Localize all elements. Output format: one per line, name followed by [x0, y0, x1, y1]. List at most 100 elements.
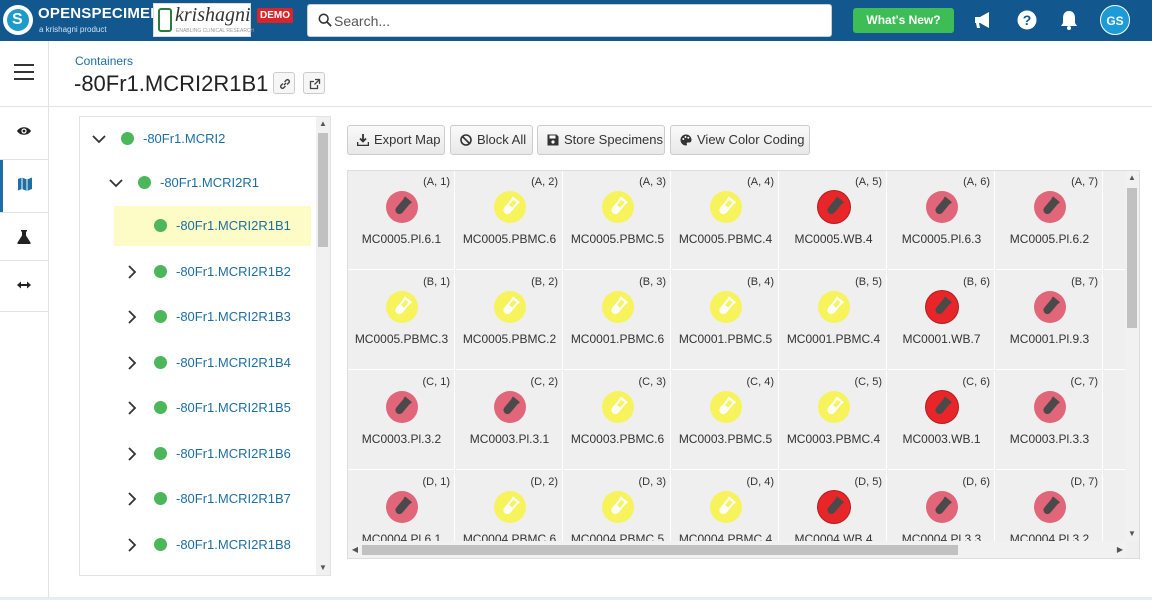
tree-scrollbar[interactable]: ▲ ▼	[316, 117, 330, 575]
specimen-tube-icon[interactable]	[710, 191, 742, 223]
specimen-tube-icon[interactable]	[710, 391, 742, 423]
specimen-tube-icon[interactable]	[494, 391, 526, 423]
specimen-tube-icon[interactable]	[602, 491, 634, 523]
tree-node-label[interactable]: -80Fr1.MCRI2R1B3	[176, 309, 291, 324]
megaphone-icon[interactable]	[973, 9, 995, 31]
grid-cell[interactable]: (A, 4) MC0005.PBMC.4	[672, 171, 779, 270]
specimen-tube-icon[interactable]	[926, 191, 958, 223]
view-color-coding-button[interactable]: View Color Coding	[670, 125, 810, 155]
tree-node[interactable]: -80Fr1.MCRI2R1B1	[114, 206, 311, 246]
grid-horizontal-thumb[interactable]	[362, 545, 958, 555]
rail-transfer[interactable]	[0, 261, 48, 313]
tree-node[interactable]: -80Fr1.MCRI2R1B8	[80, 525, 315, 565]
grid-cell[interactable]: (B, 4) MC0001.PBMC.5	[672, 271, 779, 370]
chevron-down-icon[interactable]	[109, 176, 123, 190]
whats-new-button[interactable]: What's New?	[853, 8, 954, 33]
tree-node[interactable]: -80Fr1.MCRI2R1B4	[80, 343, 315, 383]
store-specimens-button[interactable]: Store Specimens	[537, 125, 665, 155]
tree-node-label[interactable]: -80Fr1.MCRI2	[143, 131, 225, 146]
scroll-left-arrow-icon[interactable]: ◀	[348, 543, 362, 557]
specimen-tube-icon[interactable]	[602, 291, 634, 323]
copy-link-button[interactable]	[273, 72, 295, 94]
grid-cell[interactable]: (B, 1) MC0005.PBMC.3	[348, 271, 455, 370]
tree-node-label[interactable]: -80Fr1.MCRI2R1B5	[176, 400, 291, 415]
specimen-tube-icon[interactable]	[386, 391, 418, 423]
specimen-tube-icon[interactable]	[386, 491, 418, 523]
rail-map[interactable]	[0, 160, 48, 212]
scroll-down-arrow-icon[interactable]: ▼	[316, 561, 330, 575]
chevron-right-icon[interactable]	[125, 356, 139, 370]
grid-cell[interactable]: (A, 3) MC0005.PBMC.5	[564, 171, 671, 270]
grid-cell[interactable]: (A, 5) MC0005.WB.4	[780, 171, 887, 270]
grid-cell[interactable]: (B, 2) MC0005.PBMC.2	[456, 271, 563, 370]
tree-scroll-thumb[interactable]	[318, 133, 328, 247]
grid-cell[interactable]: (C, 1) MC0003.Pl.3.2	[348, 371, 455, 470]
grid-vertical-scrollbar[interactable]: ▲ ▼	[1125, 171, 1139, 541]
tree-node[interactable]: -80Fr1.MCRI2R1B6	[80, 434, 315, 474]
chevron-right-icon[interactable]	[125, 492, 139, 506]
specimen-tube-icon[interactable]	[1034, 291, 1066, 323]
tree-node[interactable]: -80Fr1.MCRI2R1B7	[80, 479, 315, 519]
export-map-button[interactable]: Export Map	[347, 125, 445, 155]
bell-icon[interactable]	[1058, 9, 1080, 31]
tree-node-label[interactable]: -80Fr1.MCRI2R1B4	[176, 355, 291, 370]
specimen-tube-icon[interactable]	[386, 191, 418, 223]
openspecimen-logo[interactable]: OPENSPECIMEN a krishagni product	[3, 4, 161, 36]
help-icon[interactable]: ?	[1016, 9, 1038, 31]
chevron-right-icon[interactable]	[125, 447, 139, 461]
grid-cell[interactable]: (A, 2) MC0005.PBMC.6	[456, 171, 563, 270]
scroll-up-arrow-icon[interactable]: ▲	[316, 117, 330, 131]
open-external-button[interactable]	[303, 72, 325, 94]
tree-node-label[interactable]: -80Fr1.MCRI2R1B2	[176, 264, 291, 279]
tree-node[interactable]: -80Fr1.MCRI2R1B5	[80, 388, 315, 428]
specimen-tube-icon[interactable]	[926, 391, 958, 423]
user-avatar[interactable]: GS	[1100, 5, 1130, 35]
specimen-tube-icon[interactable]	[926, 491, 958, 523]
specimen-tube-icon[interactable]	[386, 291, 418, 323]
block-all-button[interactable]: Block All	[450, 125, 533, 155]
grid-cell[interactable]: (C, 7) MC0003.Pl.3.3	[996, 371, 1103, 470]
specimen-tube-icon[interactable]	[1034, 191, 1066, 223]
specimen-tube-icon[interactable]	[710, 291, 742, 323]
chevron-right-icon[interactable]	[125, 401, 139, 415]
search-box[interactable]	[307, 4, 832, 37]
tree-node[interactable]: -80Fr1.MCRI2R1B2	[80, 252, 315, 292]
specimen-tube-icon[interactable]	[494, 191, 526, 223]
rail-specimens[interactable]	[0, 213, 48, 265]
chevron-down-icon[interactable]	[92, 132, 106, 146]
rail-overview[interactable]	[0, 107, 48, 159]
grid-cell[interactable]: (A, 1) MC0005.Pl.6.1	[348, 171, 455, 270]
tree-node-label[interactable]: -80Fr1.MCRI2R1B8	[176, 537, 291, 552]
grid-cell[interactable]: (C, 5) MC0003.PBMC.4	[780, 371, 887, 470]
search-input[interactable]	[334, 5, 814, 36]
grid-cell[interactable]: (B, 6) MC0001.WB.7	[888, 271, 995, 370]
grid-cell[interactable]: (C, 6) MC0003.WB.1	[888, 371, 995, 470]
chevron-right-icon[interactable]	[125, 538, 139, 552]
specimen-tube-icon[interactable]	[818, 491, 850, 523]
grid-cell[interactable]: (C, 3) MC0003.PBMC.6	[564, 371, 671, 470]
specimen-tube-icon[interactable]	[1034, 491, 1066, 523]
scroll-down-arrow-icon[interactable]: ▼	[1125, 527, 1139, 541]
grid-vertical-thumb[interactable]	[1127, 188, 1137, 328]
chevron-right-icon[interactable]	[125, 310, 139, 324]
grid-horizontal-scrollbar[interactable]: ◀ ▶	[348, 541, 1127, 558]
specimen-tube-icon[interactable]	[818, 191, 850, 223]
grid-cell[interactable]: (B, 5) MC0001.PBMC.4	[780, 271, 887, 370]
specimen-tube-icon[interactable]	[1034, 391, 1066, 423]
tree-node[interactable]: -80Fr1.MCRI2R1B3	[80, 297, 315, 337]
specimen-tube-icon[interactable]	[818, 291, 850, 323]
tree-node[interactable]: -80Fr1.MCRI2R1	[80, 163, 315, 203]
specimen-tube-icon[interactable]	[926, 291, 958, 323]
menu-icon[interactable]	[14, 64, 34, 80]
tree-node-label[interactable]: -80Fr1.MCRI2R1	[160, 175, 259, 190]
specimen-tube-icon[interactable]	[602, 391, 634, 423]
scroll-up-arrow-icon[interactable]: ▲	[1125, 171, 1139, 185]
grid-cell[interactable]: (B, 3) MC0001.PBMC.6	[564, 271, 671, 370]
scroll-right-arrow-icon[interactable]: ▶	[1113, 543, 1127, 557]
specimen-tube-icon[interactable]	[494, 491, 526, 523]
grid-cell[interactable]: (B, 7) MC0001.Pl.9.3	[996, 271, 1103, 370]
grid-cell[interactable]: (A, 6) MC0005.Pl.6.3	[888, 171, 995, 270]
specimen-tube-icon[interactable]	[710, 491, 742, 523]
specimen-tube-icon[interactable]	[602, 191, 634, 223]
specimen-tube-icon[interactable]	[494, 291, 526, 323]
